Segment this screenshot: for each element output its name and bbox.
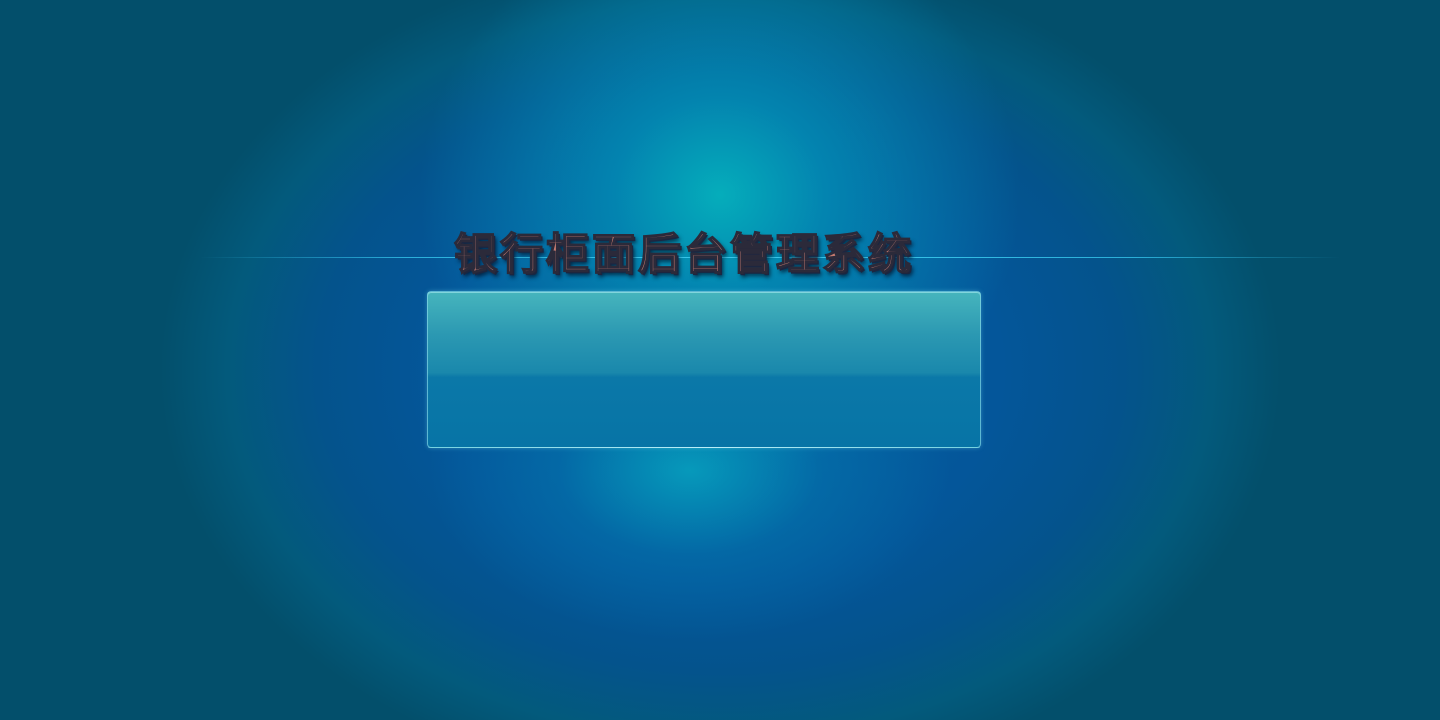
page-title: 银行柜面后台管理系统 <box>453 229 914 281</box>
login-panel <box>427 291 981 448</box>
login-panel-bottom-edge <box>428 447 980 448</box>
